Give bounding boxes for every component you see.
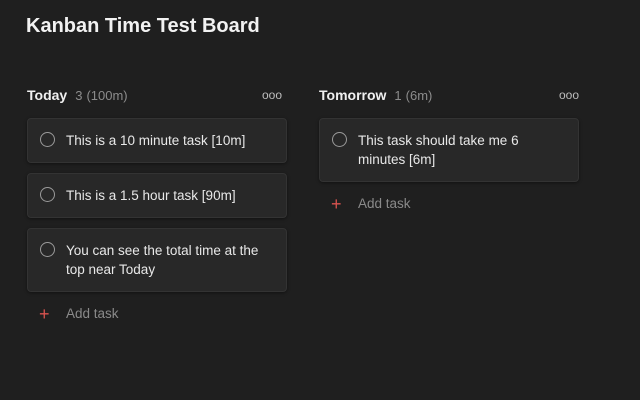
- task-list: This task should take me 6 minutes [6m]: [319, 118, 579, 182]
- column-total-time: (6m): [405, 87, 433, 103]
- board-title: Kanban Time Test Board: [26, 15, 260, 37]
- task-text: This is a 1.5 hour task [90m]: [66, 188, 236, 203]
- complete-circle-icon[interactable]: [40, 242, 55, 257]
- complete-circle-icon[interactable]: [40, 132, 55, 147]
- column-name: Today: [27, 87, 68, 103]
- add-task-label: Add task: [66, 306, 119, 321]
- column-total-time: (100m): [86, 87, 128, 103]
- task-card[interactable]: This task should take me 6 minutes [6m]: [319, 118, 579, 182]
- more-options-icon[interactable]: ooo: [559, 85, 579, 105]
- column-header: Today 3 (100m) ooo: [27, 84, 287, 106]
- column-task-count: 3: [75, 87, 83, 103]
- add-task-label: Add task: [358, 196, 411, 211]
- column-header: Tomorrow 1 (6m) ooo: [319, 84, 579, 106]
- task-card[interactable]: This is a 1.5 hour task [90m]: [27, 173, 287, 218]
- add-task-button[interactable]: + Add task: [39, 303, 287, 324]
- more-options-icon[interactable]: ooo: [262, 85, 282, 105]
- column-task-count: 1: [394, 87, 402, 103]
- task-card[interactable]: This is a 10 minute task [10m]: [27, 118, 287, 163]
- task-list: This is a 10 minute task [10m] This is a…: [27, 118, 287, 292]
- column-today: Today 3 (100m) ooo This is a 10 minute t…: [27, 84, 287, 324]
- add-task-button[interactable]: + Add task: [331, 193, 579, 214]
- column-tomorrow: Tomorrow 1 (6m) ooo This task should tak…: [319, 84, 579, 214]
- task-text: This task should take me 6 minutes [6m]: [358, 133, 519, 167]
- complete-circle-icon[interactable]: [332, 132, 347, 147]
- complete-circle-icon[interactable]: [40, 187, 55, 202]
- plus-icon: +: [39, 303, 50, 324]
- task-text: This is a 10 minute task [10m]: [66, 133, 246, 148]
- plus-icon: +: [331, 193, 342, 214]
- task-text: You can see the total time at the top ne…: [66, 243, 259, 277]
- column-name: Tomorrow: [319, 87, 387, 103]
- task-card[interactable]: You can see the total time at the top ne…: [27, 228, 287, 292]
